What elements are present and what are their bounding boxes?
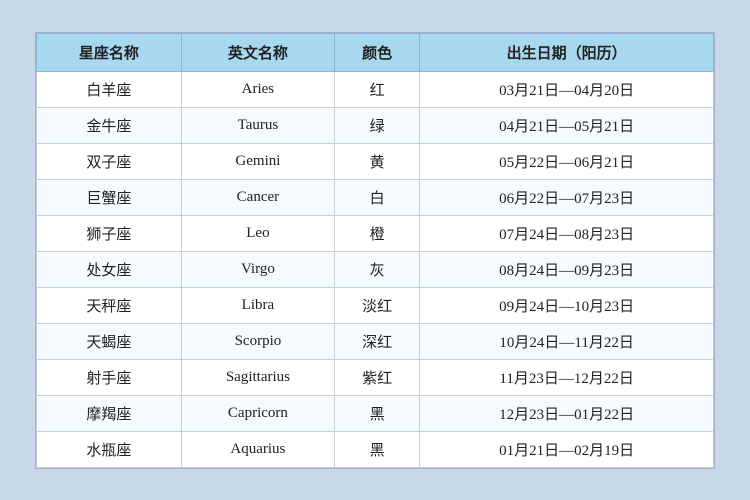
table-cell-6-2: 淡红	[334, 287, 419, 323]
table-cell-10-0: 水瓶座	[37, 431, 182, 467]
header-row: 星座名称英文名称颜色出生日期（阳历）	[37, 33, 714, 71]
table-cell-2-2: 黄	[334, 143, 419, 179]
table-cell-7-3: 10月24日—11月22日	[420, 323, 714, 359]
table-cell-9-1: Capricorn	[181, 395, 334, 431]
column-header-1: 英文名称	[181, 33, 334, 71]
table-cell-6-0: 天秤座	[37, 287, 182, 323]
table-cell-0-0: 白羊座	[37, 71, 182, 107]
table-row: 处女座Virgo灰08月24日—09月23日	[37, 251, 714, 287]
table-cell-1-3: 04月21日—05月21日	[420, 107, 714, 143]
table-cell-0-3: 03月21日—04月20日	[420, 71, 714, 107]
column-header-2: 颜色	[334, 33, 419, 71]
table-cell-2-0: 双子座	[37, 143, 182, 179]
table-cell-4-1: Leo	[181, 215, 334, 251]
table-row: 天秤座Libra淡红09月24日—10月23日	[37, 287, 714, 323]
table-cell-1-1: Taurus	[181, 107, 334, 143]
table-cell-7-0: 天蝎座	[37, 323, 182, 359]
table-cell-4-0: 狮子座	[37, 215, 182, 251]
table-row: 射手座Sagittarius紫红11月23日—12月22日	[37, 359, 714, 395]
table-cell-6-3: 09月24日—10月23日	[420, 287, 714, 323]
table-row: 摩羯座Capricorn黑12月23日—01月22日	[37, 395, 714, 431]
table-cell-5-0: 处女座	[37, 251, 182, 287]
column-header-0: 星座名称	[37, 33, 182, 71]
table-cell-2-3: 05月22日—06月21日	[420, 143, 714, 179]
table-row: 水瓶座Aquarius黑01月21日—02月19日	[37, 431, 714, 467]
zodiac-table: 星座名称英文名称颜色出生日期（阳历） 白羊座Aries红03月21日—04月20…	[36, 33, 714, 468]
table-cell-2-1: Gemini	[181, 143, 334, 179]
table-cell-8-2: 紫红	[334, 359, 419, 395]
table-row: 白羊座Aries红03月21日—04月20日	[37, 71, 714, 107]
table-row: 巨蟹座Cancer白06月22日—07月23日	[37, 179, 714, 215]
table-cell-1-2: 绿	[334, 107, 419, 143]
table-row: 狮子座Leo橙07月24日—08月23日	[37, 215, 714, 251]
column-header-3: 出生日期（阳历）	[420, 33, 714, 71]
table-cell-7-2: 深红	[334, 323, 419, 359]
table-cell-9-0: 摩羯座	[37, 395, 182, 431]
table-cell-5-3: 08月24日—09月23日	[420, 251, 714, 287]
table-cell-10-2: 黑	[334, 431, 419, 467]
table-cell-1-0: 金牛座	[37, 107, 182, 143]
table-cell-6-1: Libra	[181, 287, 334, 323]
table-cell-3-3: 06月22日—07月23日	[420, 179, 714, 215]
table-row: 天蝎座Scorpio深红10月24日—11月22日	[37, 323, 714, 359]
zodiac-table-wrapper: 星座名称英文名称颜色出生日期（阳历） 白羊座Aries红03月21日—04月20…	[35, 32, 715, 469]
table-header: 星座名称英文名称颜色出生日期（阳历）	[37, 33, 714, 71]
table-cell-4-3: 07月24日—08月23日	[420, 215, 714, 251]
table-body: 白羊座Aries红03月21日—04月20日金牛座Taurus绿04月21日—0…	[37, 71, 714, 467]
table-cell-0-1: Aries	[181, 71, 334, 107]
table-cell-7-1: Scorpio	[181, 323, 334, 359]
table-cell-4-2: 橙	[334, 215, 419, 251]
table-cell-10-3: 01月21日—02月19日	[420, 431, 714, 467]
table-cell-8-0: 射手座	[37, 359, 182, 395]
table-cell-10-1: Aquarius	[181, 431, 334, 467]
table-cell-0-2: 红	[334, 71, 419, 107]
table-cell-9-2: 黑	[334, 395, 419, 431]
table-row: 双子座Gemini黄05月22日—06月21日	[37, 143, 714, 179]
table-cell-3-1: Cancer	[181, 179, 334, 215]
table-cell-8-3: 11月23日—12月22日	[420, 359, 714, 395]
table-row: 金牛座Taurus绿04月21日—05月21日	[37, 107, 714, 143]
table-cell-5-1: Virgo	[181, 251, 334, 287]
table-cell-3-0: 巨蟹座	[37, 179, 182, 215]
table-cell-8-1: Sagittarius	[181, 359, 334, 395]
table-cell-5-2: 灰	[334, 251, 419, 287]
table-cell-3-2: 白	[334, 179, 419, 215]
table-cell-9-3: 12月23日—01月22日	[420, 395, 714, 431]
